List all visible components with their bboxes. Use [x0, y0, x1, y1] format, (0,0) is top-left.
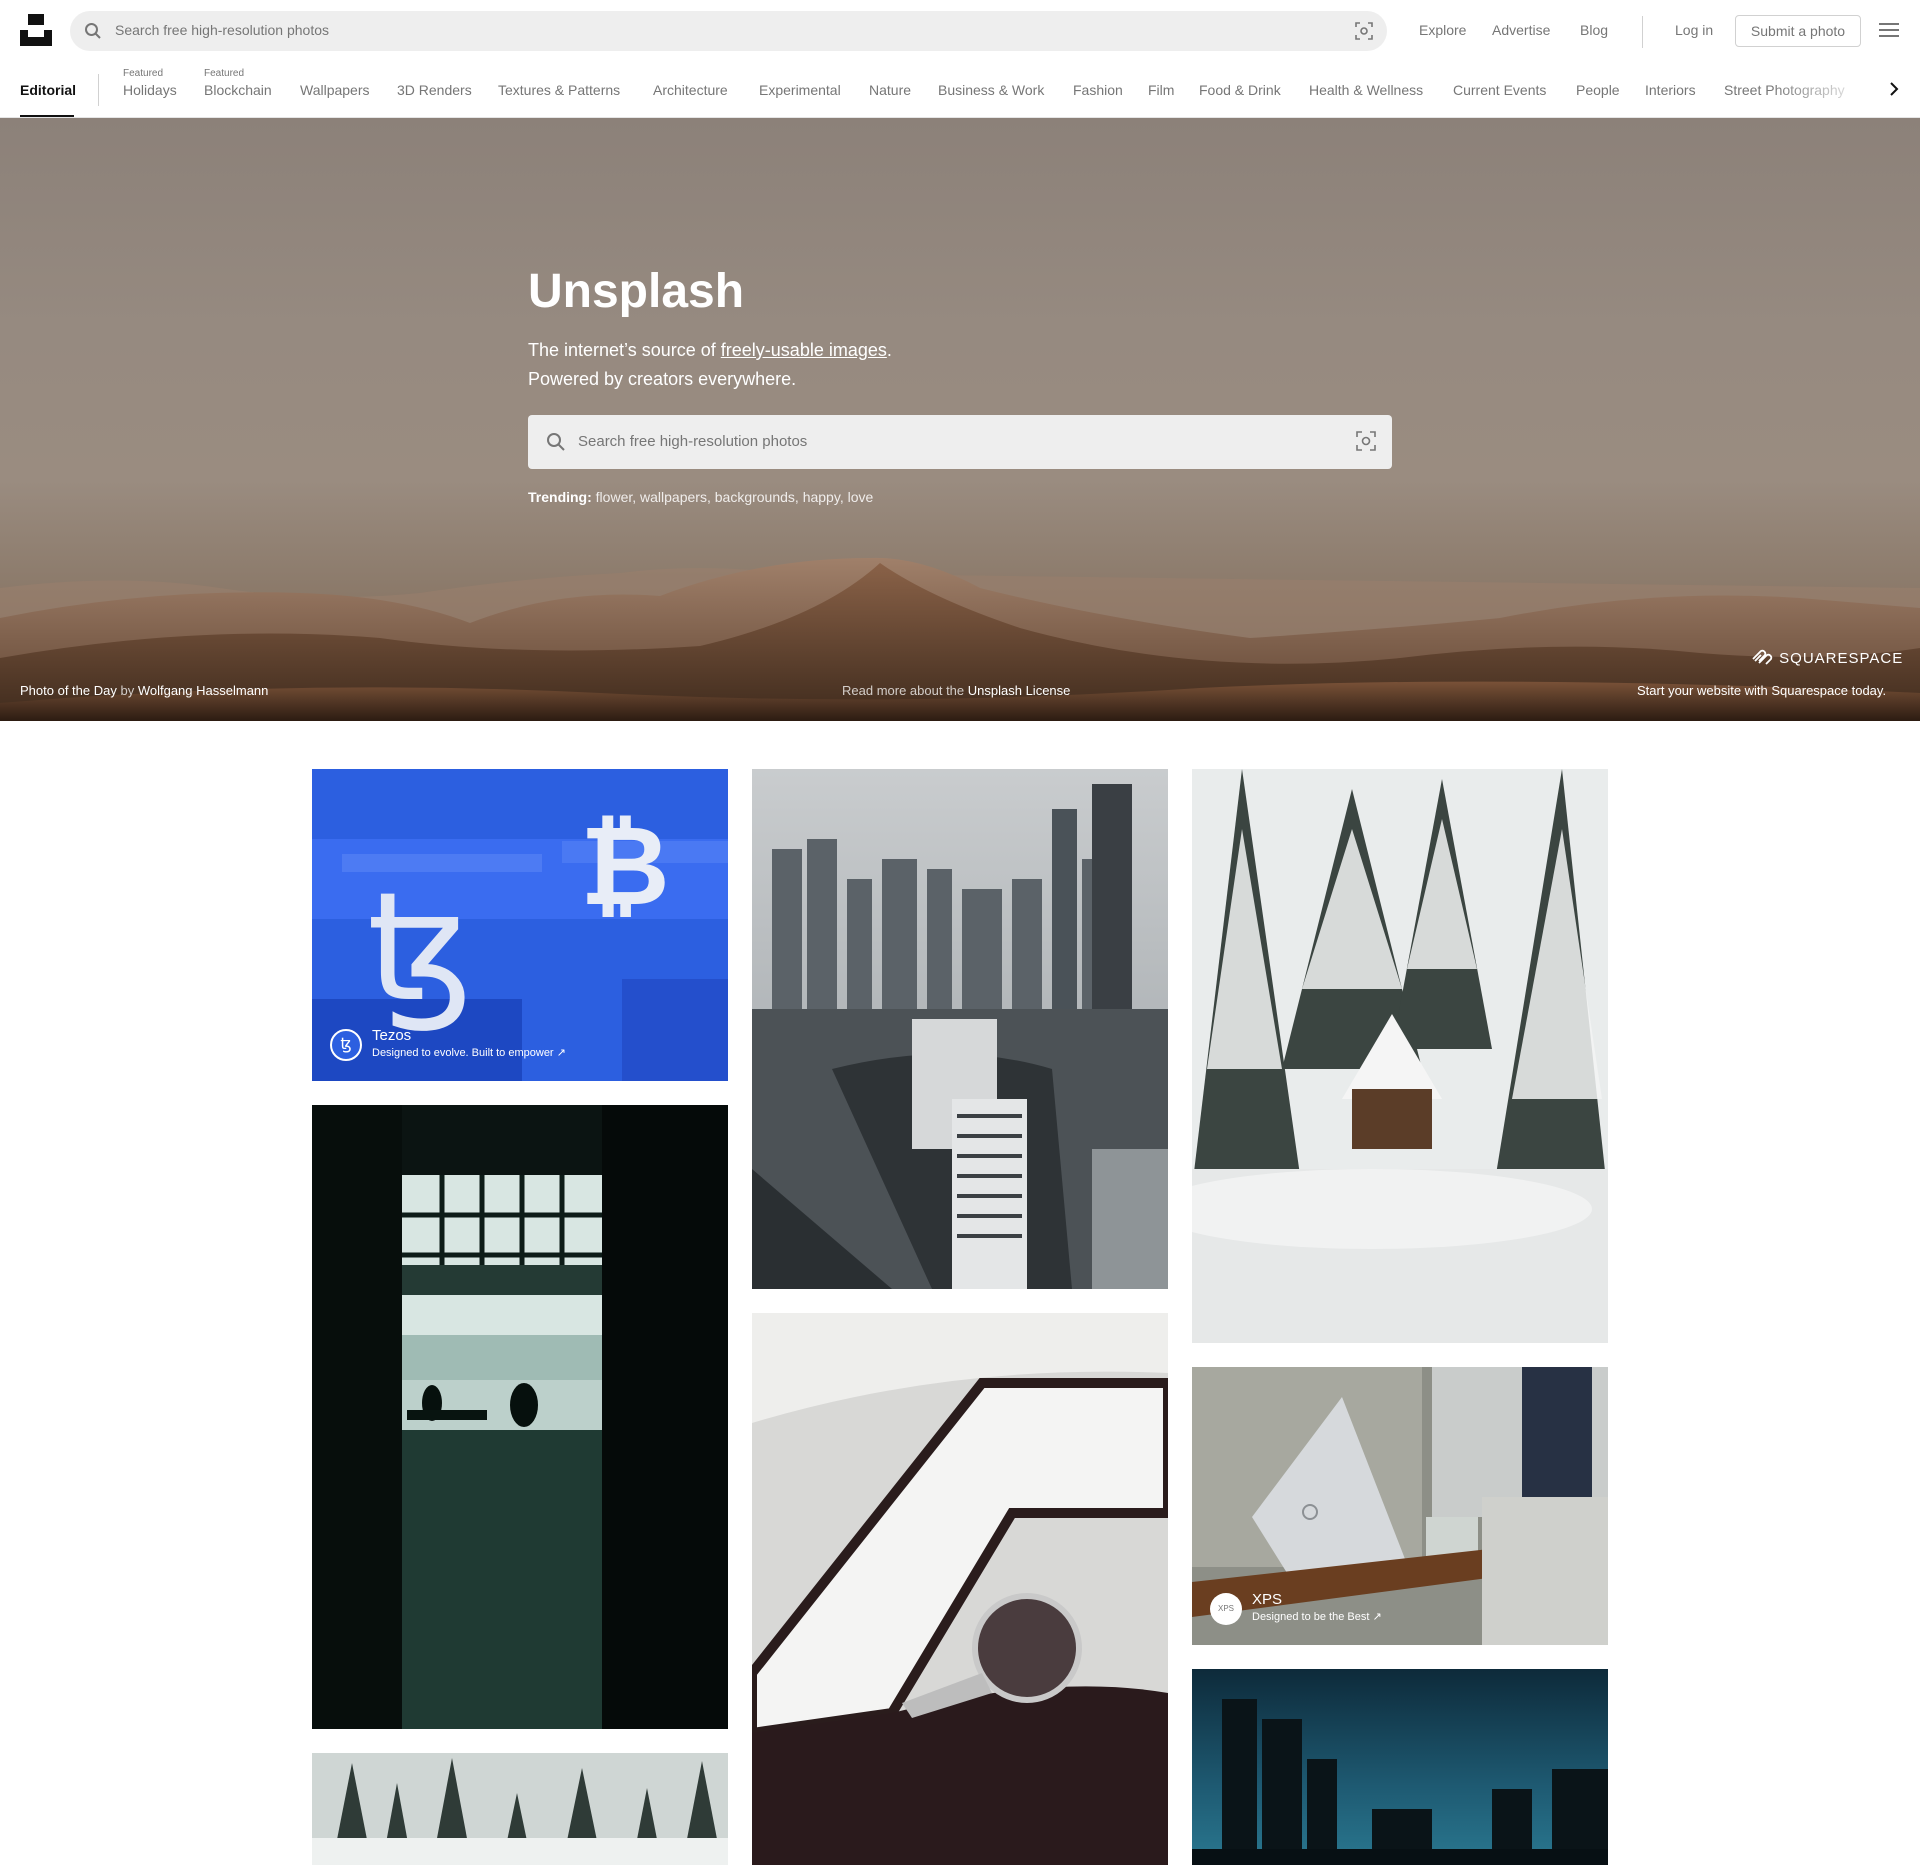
photo-car-mirror[interactable] [752, 1313, 1168, 1865]
photo-xps-sponsored[interactable]: XPS XPS Designed to be the Best ↗ [1192, 1367, 1608, 1645]
photo-city-aerial[interactable] [752, 769, 1168, 1289]
tab-food-drink[interactable]: Food & Drink [1199, 82, 1281, 98]
trending-item[interactable]: happy [803, 489, 840, 505]
search-icon[interactable] [546, 432, 566, 452]
tab-editorial[interactable]: Editorial [20, 82, 76, 98]
trending-item[interactable]: wallpapers [640, 489, 707, 505]
trending-list: Trending: flower, wallpapers, background… [528, 489, 874, 505]
sponsor-name[interactable]: Tezos [372, 1027, 411, 1044]
sponsor-name[interactable]: XPS [1252, 1591, 1282, 1608]
squarespace-logo[interactable]: SQUARESPACE [1750, 648, 1903, 667]
submit-photo-button[interactable]: Submit a photo [1735, 15, 1861, 47]
search-icon[interactable] [84, 22, 102, 40]
license-link[interactable]: freely-usable images [721, 340, 887, 360]
nav-blog[interactable]: Blog [1580, 22, 1608, 38]
tab-3d-renders[interactable]: 3D Renders [397, 82, 472, 98]
nav-advertise[interactable]: Advertise [1492, 22, 1550, 38]
featured-label: Featured [204, 68, 245, 79]
svg-text:₿: ₿ [580, 802, 670, 930]
hero-banner: Unsplash The internet’s source of freely… [0, 118, 1920, 721]
visual-search-icon[interactable] [1355, 22, 1373, 40]
photo-snow-forest[interactable] [312, 1753, 728, 1865]
tab-blockchain[interactable]: Blockchain [204, 82, 272, 98]
xps-avatar[interactable]: XPS [1210, 1593, 1242, 1625]
squarespace-brand: SQUARESPACE [1779, 650, 1904, 667]
hero-search-input[interactable]: Search free high-resolution photos [528, 415, 1392, 469]
photographer-link[interactable]: Wolfgang Hasselmann [138, 683, 269, 698]
credit-by: by [120, 683, 135, 698]
chevron-right-icon[interactable] [1887, 80, 1901, 98]
tezos-avatar[interactable]: ꜩ [330, 1029, 362, 1061]
header-search-placeholder: Search free high-resolution photos [115, 22, 330, 38]
tab-people[interactable]: People [1576, 82, 1620, 98]
unsplash-logo-icon[interactable] [20, 14, 52, 46]
photo-night-city[interactable] [1192, 1669, 1608, 1865]
night-city-image [1192, 1669, 1608, 1865]
tab-film[interactable]: Film [1148, 82, 1174, 98]
tab-health-wellness[interactable]: Health & Wellness [1309, 82, 1423, 98]
active-tab-indicator [20, 115, 74, 117]
tab-holidays[interactable]: Holidays [123, 82, 177, 98]
trending-item[interactable]: backgrounds [715, 489, 795, 505]
header-search-input[interactable]: Search free high-resolution photos [70, 11, 1387, 51]
category-nav: Editorial Featured Holidays Featured Blo… [0, 62, 1920, 118]
top-header: Search free high-resolution photos Explo… [0, 0, 1920, 62]
photo-tezos-sponsored[interactable]: ꜩ ₿ ꜩ Tezos Designed to evolve. Built to… [312, 769, 728, 1081]
nav-explore[interactable]: Explore [1419, 22, 1466, 38]
hamburger-menu-icon[interactable] [1879, 23, 1899, 39]
trending-item[interactable]: flower [596, 489, 633, 505]
tab-experimental[interactable]: Experimental [759, 82, 841, 98]
tab-nature[interactable]: Nature [869, 82, 911, 98]
tab-textures-patterns[interactable]: Textures & Patterns [498, 82, 620, 98]
hero-subtitle-text: The internet’s source of [528, 340, 721, 360]
car-mirror-image [752, 1313, 1168, 1865]
sponsor-tagline[interactable]: Designed to evolve. Built to empower ↗ [372, 1046, 566, 1059]
airport-image [312, 1105, 728, 1729]
hero-subtitle: The internet’s source of freely-usable i… [528, 336, 892, 394]
photo-snow-cabin[interactable] [1192, 769, 1608, 1343]
nav-divider [1642, 16, 1643, 48]
tab-architecture[interactable]: Architecture [653, 82, 728, 98]
tab-interiors[interactable]: Interiors [1645, 82, 1696, 98]
trending-label: Trending: [528, 489, 592, 505]
hero-subtitle-line2: Powered by creators everywhere. [528, 369, 797, 389]
tab-fashion[interactable]: Fashion [1073, 82, 1123, 98]
squarespace-tagline[interactable]: Start your website with Squarespace toda… [1637, 683, 1886, 698]
city-skyline-image [752, 769, 1168, 1289]
trending-item[interactable]: love [848, 489, 874, 505]
photo-airport-silhouette[interactable] [312, 1105, 728, 1729]
login-link[interactable]: Log in [1675, 22, 1713, 38]
snow-forest-image [312, 1753, 728, 1865]
license-note: Read more about the Unsplash License [842, 683, 1070, 698]
license-note-text: Read more about the [842, 683, 965, 698]
hero-subtitle-period: . [886, 340, 892, 360]
photo-of-day-link[interactable]: Photo of the Day [20, 683, 117, 698]
unsplash-license-link[interactable]: Unsplash License [968, 683, 1071, 698]
snow-cabin-image [1192, 769, 1608, 1343]
tab-current-events[interactable]: Current Events [1453, 82, 1546, 98]
hero-search-placeholder: Search free high-resolution photos [578, 433, 808, 450]
squarespace-icon [1752, 649, 1773, 665]
sponsor-tagline[interactable]: Designed to be the Best ↗ [1252, 1610, 1382, 1623]
featured-label: Featured [123, 68, 164, 79]
category-divider [98, 74, 99, 106]
tab-wallpapers[interactable]: Wallpapers [300, 82, 370, 98]
hero-title: Unsplash [528, 265, 745, 318]
photo-of-day-credit: Photo of the Day by Wolfgang Hasselmann [20, 683, 268, 698]
svg-text:ꜩ: ꜩ [367, 861, 473, 1035]
tab-business-work[interactable]: Business & Work [938, 82, 1044, 98]
visual-search-icon[interactable] [1356, 431, 1376, 451]
